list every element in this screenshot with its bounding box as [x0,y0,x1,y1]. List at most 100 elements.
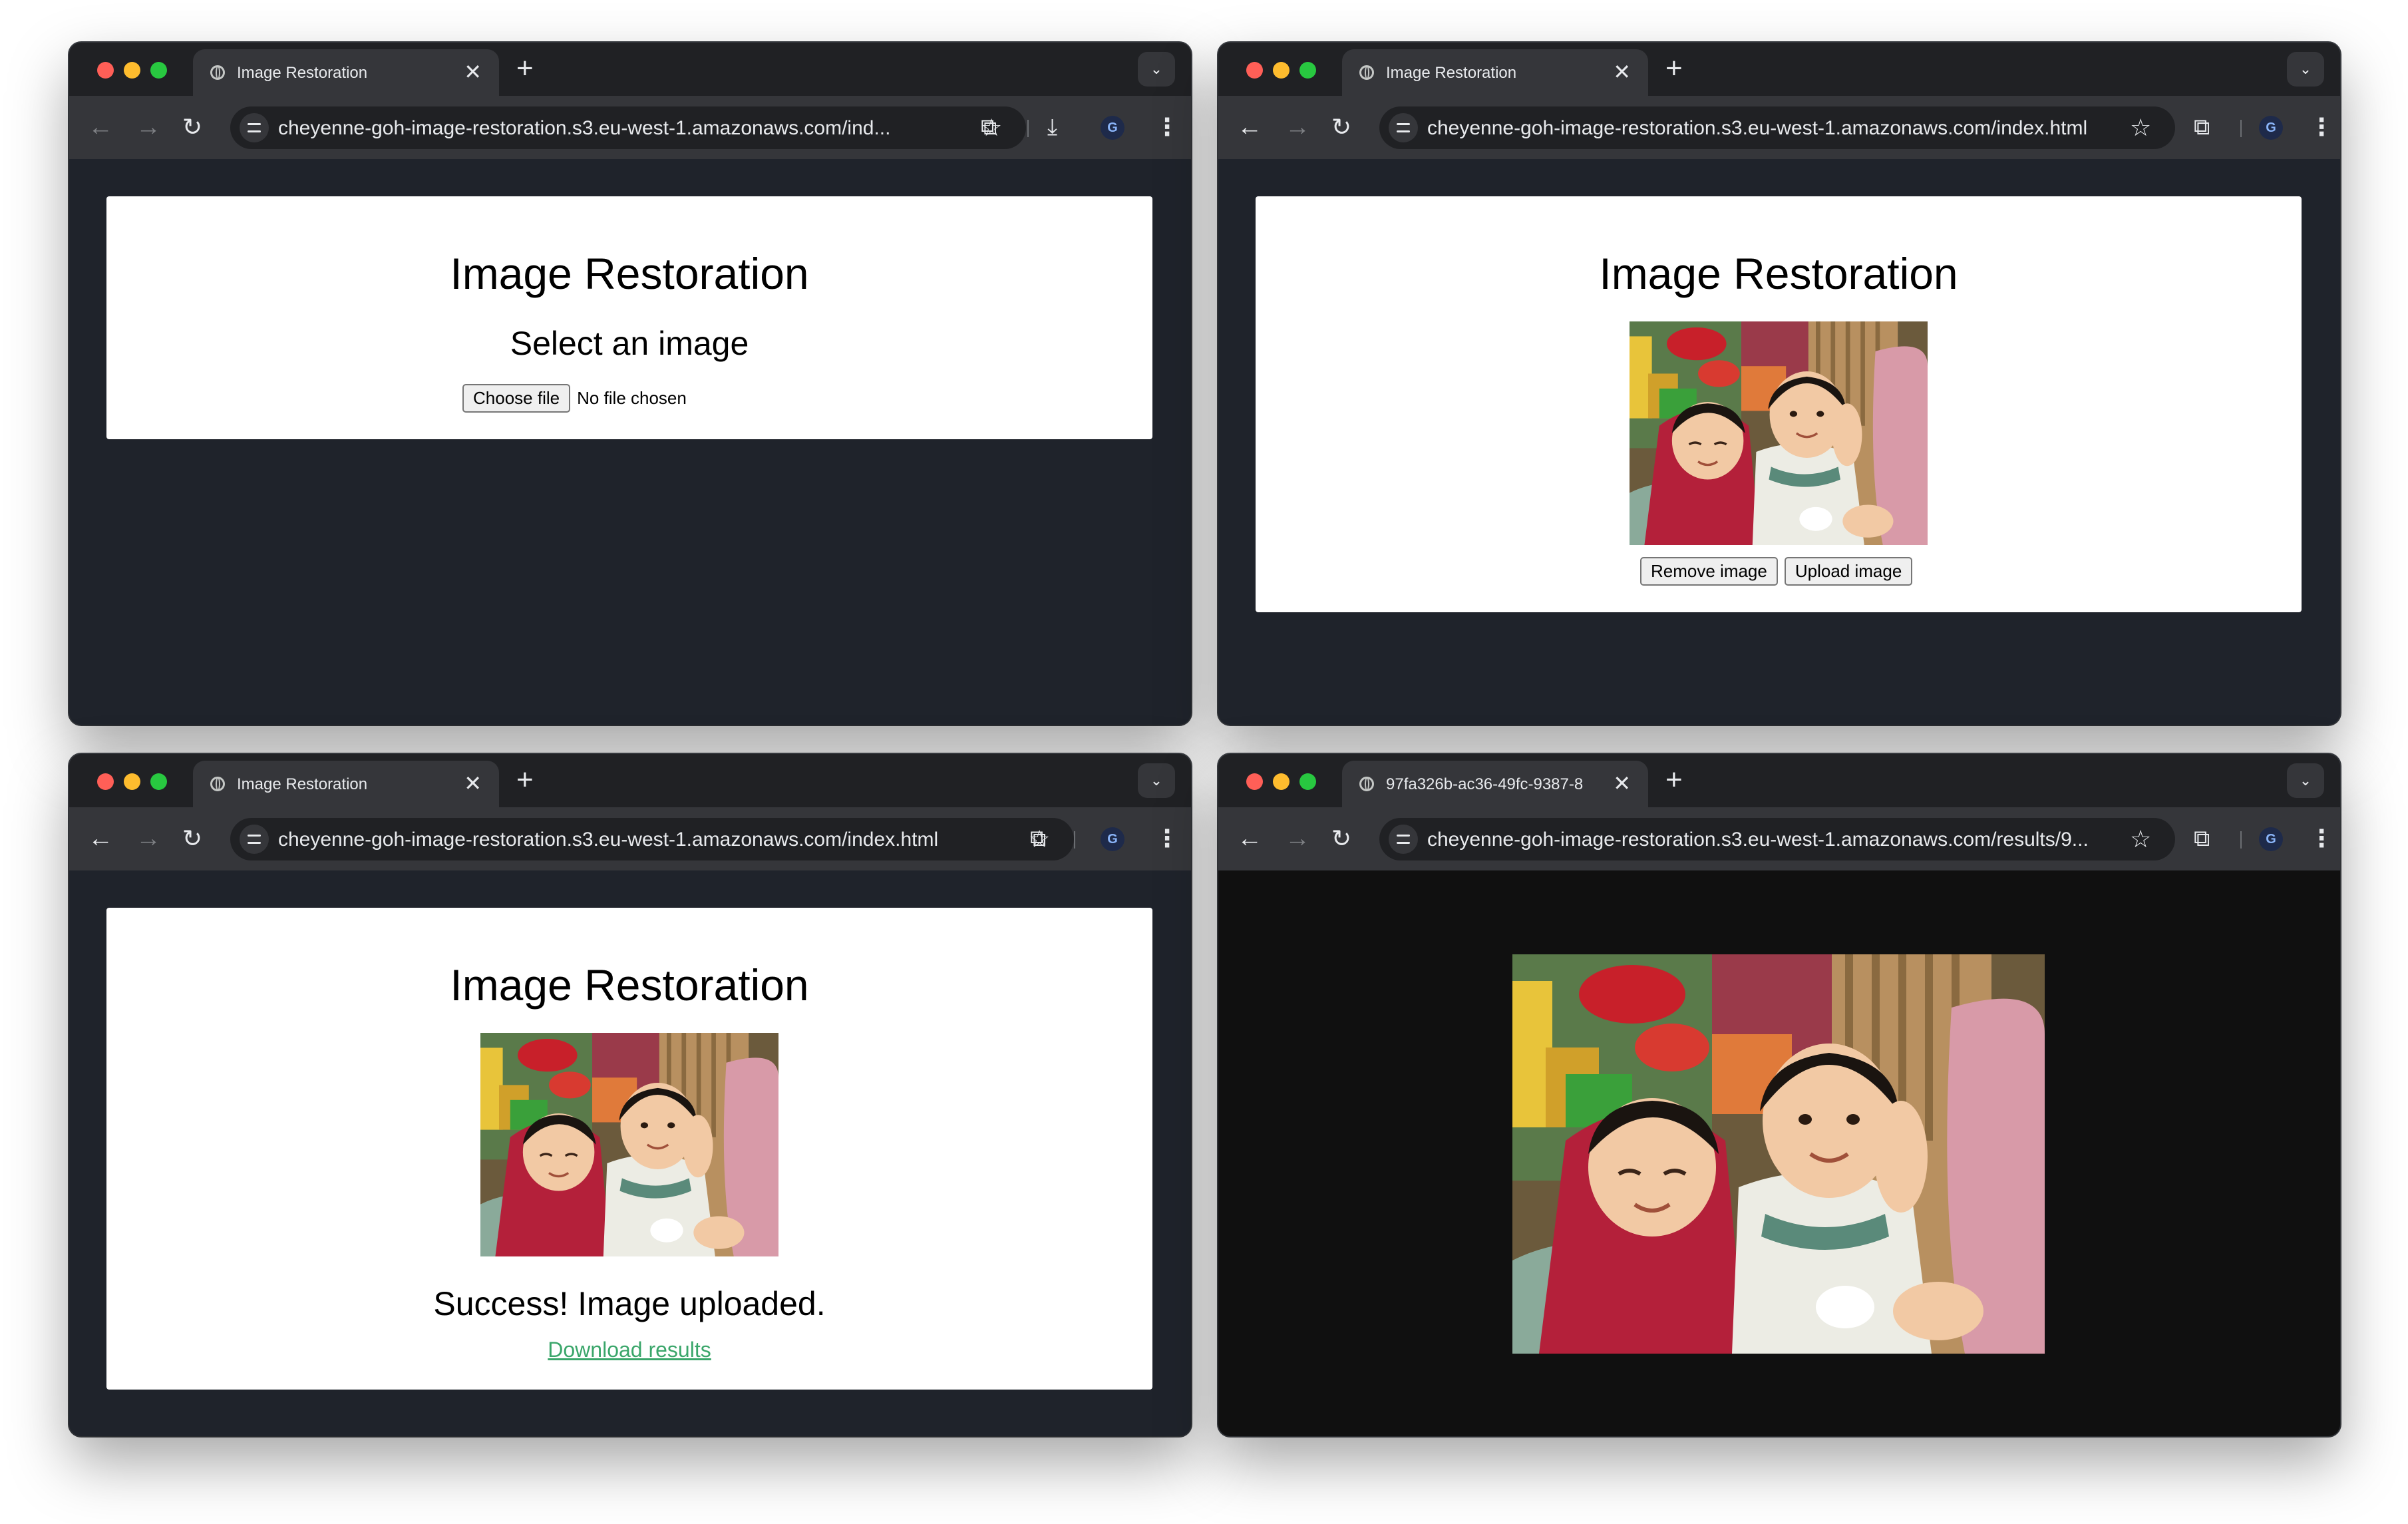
plus-icon[interactable]: + [516,763,534,797]
extensions-icon[interactable]: ⧉ [2194,110,2210,144]
chevron-down-icon[interactable]: ⌄ [2287,763,2324,798]
restored-image[interactable] [1512,954,2045,1354]
uploaded-image [480,1033,778,1256]
chevron-down-icon[interactable]: ⌄ [2287,52,2324,87]
tab-strip: 97fa326b-ac36-49fc-9387-8 ✕ + ⌄ [1218,754,2340,807]
forward-icon[interactable]: → [1285,110,1310,144]
image-preview [1630,321,1928,545]
plus-icon[interactable]: + [516,52,534,85]
close-icon[interactable]: ✕ [464,60,482,84]
file-status: No file chosen [577,388,687,408]
browser-tab[interactable]: Image Restoration ✕ [193,49,499,96]
select-heading: Select an image [510,325,749,362]
upload-card: Image Restoration Success! Image uploade… [106,908,1152,1390]
maximize-window-button[interactable] [1299,62,1316,79]
forward-icon[interactable]: → [136,822,161,855]
extensions-icon[interactable]: ⧉ [1030,822,1046,855]
close-icon[interactable]: ✕ [1613,771,1631,795]
browser-tab[interactable]: Image Restoration ✕ [1342,49,1648,96]
tune-icon[interactable] [1389,113,1418,142]
kebab-icon[interactable]: ⋮ [1155,822,1179,855]
browser-tab[interactable]: 97fa326b-ac36-49fc-9387-8 ✕ [1342,761,1648,807]
minimize-window-button[interactable] [124,62,140,79]
extensions-icon[interactable]: ⧉ [981,110,997,144]
close-window-button[interactable] [1246,773,1263,790]
reload-icon[interactable]: ↻ [182,822,202,855]
toolbar: ← → ↻ cheyenne-goh-image-restoration.s3.… [1218,807,2340,870]
kebab-icon[interactable]: ⋮ [2310,110,2333,144]
remove-image-button[interactable]: Remove image [1640,557,1778,586]
image-viewer [1218,870,2340,1436]
profile-icon[interactable]: G [2259,116,2283,140]
tab-title: Image Restoration [237,64,368,82]
chevron-down-icon[interactable]: ⌄ [1138,52,1175,87]
star-icon[interactable]: ☆ [2130,112,2151,144]
forward-icon[interactable]: → [136,110,161,144]
toolbar-divider [2240,120,2242,137]
back-icon[interactable]: ← [1237,822,1262,855]
maximize-window-button[interactable] [1299,773,1316,790]
minimize-window-button[interactable] [1273,773,1290,790]
reload-icon[interactable]: ↻ [1331,110,1351,144]
browser-tab[interactable]: Image Restoration ✕ [193,761,499,807]
success-message: Success! Image uploaded. [433,1285,826,1322]
download-icon[interactable]: ⤓ [1047,110,1057,144]
forward-icon[interactable]: → [1285,822,1310,855]
maximize-window-button[interactable] [150,62,167,79]
back-icon[interactable]: ← [88,822,113,855]
plus-icon[interactable]: + [1665,763,1683,797]
page-viewport: Image Restoration Select an image Choose… [69,159,1191,725]
profile-icon[interactable]: G [1101,827,1124,851]
close-window-button[interactable] [97,62,114,79]
toolbar-divider [1027,120,1029,137]
kids-photo [480,1033,778,1256]
star-icon[interactable]: ☆ [2130,823,2151,855]
address-bar[interactable]: cheyenne-goh-image-restoration.s3.eu-wes… [1379,106,2175,149]
tune-icon[interactable] [240,113,269,142]
profile-icon[interactable]: G [2259,827,2283,851]
close-icon[interactable]: ✕ [1613,60,1631,84]
minimize-window-button[interactable] [1273,62,1290,79]
upload-image-button[interactable]: Upload image [1784,557,1913,586]
action-buttons: Remove image Upload image [1640,557,1913,586]
extensions-icon[interactable]: ⧉ [2194,822,2210,855]
chevron-down-icon[interactable]: ⌄ [1138,763,1175,798]
tab-strip: Image Restoration ✕ + ⌄ [1218,43,2340,96]
file-input[interactable]: Choose file No file chosen [462,384,687,413]
plus-icon[interactable]: + [1665,52,1683,85]
toolbar: ← → ↻ cheyenne-goh-image-restoration.s3.… [1218,96,2340,159]
address-bar[interactable]: cheyenne-goh-image-restoration.s3.eu-wes… [230,106,1026,149]
traffic-lights [97,773,167,790]
tune-icon[interactable] [1389,825,1418,854]
kebab-icon[interactable]: ⋮ [2310,822,2333,855]
back-icon[interactable]: ← [1237,110,1262,144]
reload-icon[interactable]: ↻ [182,110,202,144]
reload-icon[interactable]: ↻ [1331,822,1351,855]
url-text[interactable]: cheyenne-goh-image-restoration.s3.eu-wes… [1427,829,2106,851]
globe-icon [210,777,225,791]
minimize-window-button[interactable] [124,773,140,790]
tune-icon[interactable] [240,825,269,854]
choose-file-button[interactable]: Choose file [462,384,571,413]
page-title: Image Restoration [1599,249,1958,298]
close-window-button[interactable] [97,773,114,790]
back-icon[interactable]: ← [88,110,113,144]
kids-photo [1512,954,2045,1354]
close-icon[interactable]: ✕ [464,771,482,795]
url-text[interactable]: cheyenne-goh-image-restoration.s3.eu-wes… [278,829,1010,851]
address-bar[interactable]: cheyenne-goh-image-restoration.s3.eu-wes… [1379,818,2175,860]
maximize-window-button[interactable] [150,773,167,790]
tab-title: Image Restoration [1386,64,1517,82]
traffic-lights [1246,773,1316,790]
kebab-icon[interactable]: ⋮ [1155,110,1179,144]
toolbar: ← → ↻ cheyenne-goh-image-restoration.s3.… [69,807,1191,870]
download-results-link[interactable]: Download results [106,1338,1152,1362]
browser-window-result: 97fa326b-ac36-49fc-9387-8 ✕ + ⌄ ← → ↻ ch… [1218,754,2340,1436]
profile-icon[interactable]: G [1101,116,1124,140]
address-bar[interactable]: cheyenne-goh-image-restoration.s3.eu-wes… [230,818,1074,860]
url-text[interactable]: cheyenne-goh-image-restoration.s3.eu-wes… [1427,117,2106,140]
close-window-button[interactable] [1246,62,1263,79]
globe-icon [1359,777,1374,791]
kids-photo [1630,321,1928,545]
url-text[interactable]: cheyenne-goh-image-restoration.s3.eu-wes… [278,117,917,140]
